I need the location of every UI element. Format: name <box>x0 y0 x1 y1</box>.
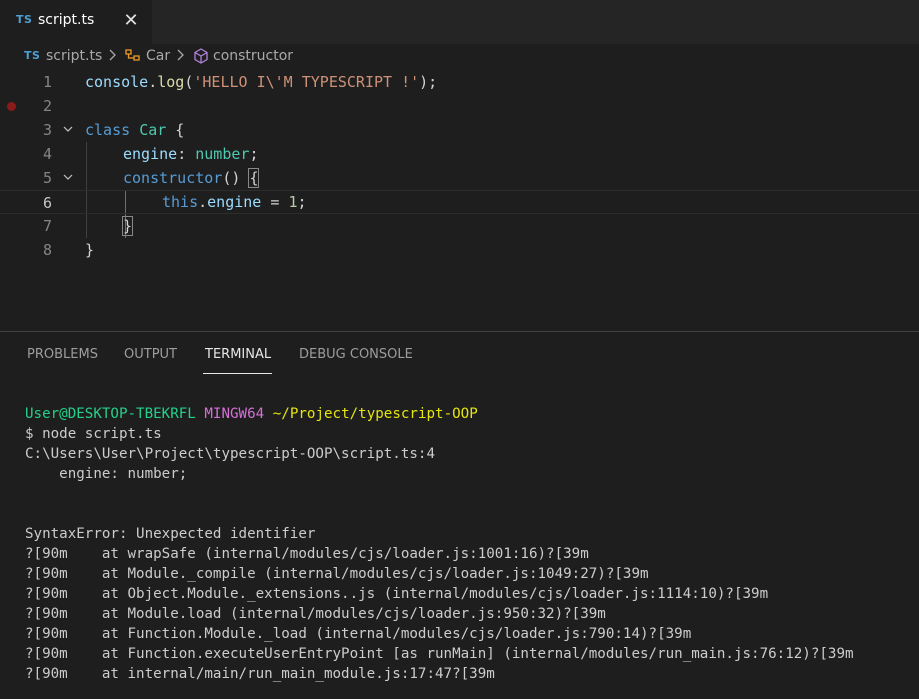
terminal-prompt: User@DESKTOP-TBEKRFL MINGW64 ~/Project/t… <box>25 406 478 422</box>
code-line-current: 6 this.engine = 1; <box>0 190 919 214</box>
tab-debug-console[interactable]: DEBUG CONSOLE <box>299 347 413 362</box>
breadcrumb-class[interactable]: Car <box>146 48 170 64</box>
typescript-file-icon: TS <box>24 49 41 62</box>
line-number: 3 <box>42 121 52 139</box>
bottom-panel: PROBLEMS OUTPUT TERMINAL DEBUG CONSOLE U… <box>0 331 919 699</box>
line-number: 7 <box>42 217 52 235</box>
code-text: constructor() { <box>123 168 260 188</box>
editor-tab-bar: TS script.ts ✕ <box>0 0 919 44</box>
code-line: 1 console.log('HELLO I\'M TYPESCRIPT !')… <box>0 70 919 94</box>
terminal-output[interactable]: User@DESKTOP-TBEKRFL MINGW64 ~/Project/t… <box>25 404 915 684</box>
code-text: console.log('HELLO I\'M TYPESCRIPT !'); <box>85 73 438 91</box>
tab-output[interactable]: OUTPUT <box>124 347 177 362</box>
typescript-file-icon: TS <box>16 13 33 26</box>
breadcrumb-file[interactable]: script.ts <box>46 48 102 64</box>
line-number: 6 <box>42 194 52 212</box>
code-text: this.engine = 1; <box>162 193 307 211</box>
code-editor[interactable]: 1 console.log('HELLO I\'M TYPESCRIPT !')… <box>0 70 919 332</box>
code-text: class Car { <box>85 121 185 139</box>
tab-problems[interactable]: PROBLEMS <box>27 347 98 362</box>
terminal-error-location: C:\Users\User\Project\typescript-OOP\scr… <box>25 446 435 462</box>
line-number: 1 <box>42 73 52 91</box>
tab-script-ts[interactable]: TS script.ts ✕ <box>0 0 152 44</box>
breadcrumb-member[interactable]: constructor <box>213 48 293 64</box>
stack-trace-line: ?[90m at wrapSafe (internal/modules/cjs/… <box>25 546 589 562</box>
tab-terminal[interactable]: TERMINAL <box>205 347 271 362</box>
method-cube-icon <box>192 47 210 69</box>
stack-trace-line: ?[90m at Function.Module._load (internal… <box>25 626 692 642</box>
active-tab-indicator <box>203 373 272 374</box>
code-line: 7 } <box>0 214 919 238</box>
tab-label: script.ts <box>38 12 95 28</box>
stack-trace-line: ?[90m at Module._compile (internal/modul… <box>25 566 649 582</box>
code-line: 4 engine: number; <box>0 142 919 166</box>
code-text: } <box>121 216 134 236</box>
chevron-right-icon <box>108 47 118 67</box>
line-number: 5 <box>42 169 52 187</box>
stack-trace-line: ?[90m at Module.load (internal/modules/c… <box>25 606 606 622</box>
class-icon <box>124 47 142 69</box>
line-number: 8 <box>42 241 52 259</box>
breadcrumb: TS script.ts Car constructor <box>0 44 919 70</box>
close-icon[interactable]: ✕ <box>121 10 141 32</box>
code-text: engine: number; <box>123 145 259 163</box>
code-line: 5 constructor() { <box>0 166 919 190</box>
line-number: 2 <box>42 97 52 115</box>
code-line: 8 } <box>0 238 919 262</box>
terminal-error-message: SyntaxError: Unexpected identifier <box>25 526 316 542</box>
line-number: 4 <box>42 145 52 163</box>
code-line: 2 <box>0 94 919 118</box>
terminal-command: $ node script.ts <box>25 426 162 442</box>
terminal-error-source: engine: number; <box>25 466 188 482</box>
stack-trace-line: ?[90m at Object.Module._extensions..js (… <box>25 586 769 602</box>
chevron-right-icon <box>176 47 186 67</box>
stack-trace-line: ?[90m at internal/main/run_main_module.j… <box>25 666 495 682</box>
code-text: } <box>85 241 95 259</box>
stack-trace-line: ?[90m at Function.executeUserEntryPoint … <box>25 646 854 662</box>
code-line: 3 class Car { <box>0 118 919 142</box>
